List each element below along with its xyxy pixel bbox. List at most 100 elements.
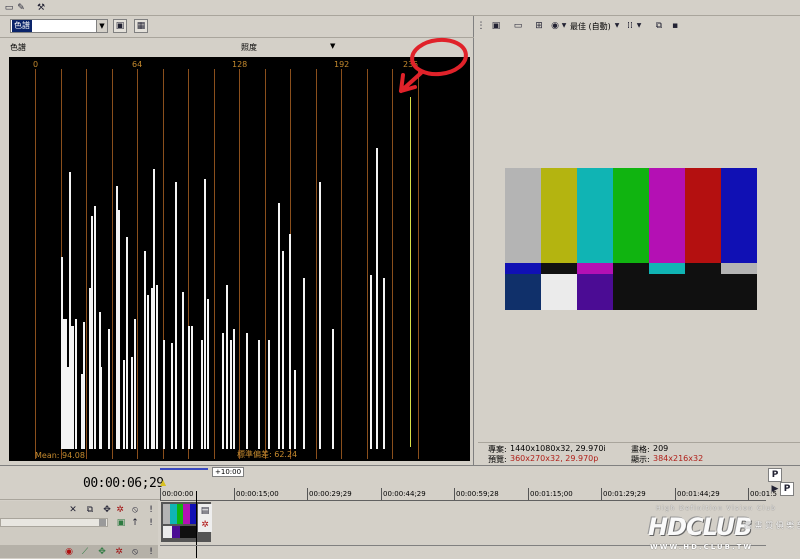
color-bar xyxy=(721,274,757,310)
track-menu-icon[interactable]: ! xyxy=(144,503,158,517)
video-track-header[interactable]: ✕ ⧉ ✥ ✲ ⦸ ! ▣ ↑ ! xyxy=(0,501,158,545)
ruler-baseline xyxy=(160,500,766,501)
histogram-tick-label: 0 xyxy=(33,60,39,69)
histogram-bar xyxy=(163,340,165,449)
color-bar xyxy=(721,263,757,274)
ruler-timecode: 00:01:15;00 xyxy=(530,490,573,498)
watermark-tagline: High Definition Vision Club xyxy=(656,505,777,512)
histogram-gridline xyxy=(316,69,317,459)
chevron-down-icon[interactable]: ▼ xyxy=(613,19,621,33)
clip-pan-crop-icon[interactable]: ✲ xyxy=(198,518,212,532)
scope-update-icon[interactable]: ▦ xyxy=(134,19,148,33)
fx-icon[interactable]: ✲ xyxy=(113,503,127,517)
scope-mode-select[interactable]: 色譜 ▼ xyxy=(10,19,108,33)
project-value: 1440x1080x32, 29.970i xyxy=(510,444,606,453)
histogram-bar xyxy=(175,182,177,449)
histogram-bar xyxy=(188,326,190,449)
copy-snapshot-icon[interactable]: ⧉ xyxy=(652,19,666,33)
histogram-bar xyxy=(100,367,102,449)
scope-settings-icon[interactable]: ▣ xyxy=(113,19,127,33)
color-bar xyxy=(685,168,721,263)
solo-icon[interactable]: ⦸ xyxy=(128,503,142,517)
histogram-gridline xyxy=(112,69,113,459)
histogram-bar xyxy=(370,275,372,449)
chevron-down-icon[interactable]: ▼ xyxy=(635,19,643,33)
histogram-bar xyxy=(376,148,378,449)
save-snapshot-icon[interactable]: ▪ xyxy=(668,19,682,33)
color-bars-bottom-row xyxy=(505,274,757,310)
track-composite-icon[interactable]: ▣ xyxy=(114,516,128,530)
color-bar xyxy=(685,263,721,274)
timeline-ruler[interactable]: +10:00 ▲ 00:00:00 00:00:15;00 00:00:29;29 0… xyxy=(160,466,777,502)
composite-icon[interactable]: ⧉ xyxy=(83,503,97,517)
histogram-bar xyxy=(204,179,206,449)
chevron-down-icon[interactable]: ▼ xyxy=(330,42,335,50)
monitor-icon[interactable]: ▭ xyxy=(511,19,525,33)
histogram-bar xyxy=(91,216,93,449)
top-toolbar: ▭ ✎ ⚒ xyxy=(0,0,800,16)
clip-thumbnail-bottom xyxy=(163,526,197,538)
video-clip[interactable]: ▤ ✲ xyxy=(161,502,212,542)
scope-mode-value: 色譜 xyxy=(12,20,32,32)
preview-label: 預覽: xyxy=(488,455,507,464)
color-bar xyxy=(541,274,577,310)
timeline-cursor[interactable] xyxy=(196,491,197,558)
histogram-bar xyxy=(246,333,248,449)
histogram-gridline xyxy=(367,69,368,459)
slider-thumb[interactable] xyxy=(99,519,106,526)
level-slider[interactable] xyxy=(0,518,108,527)
histogram-bar xyxy=(134,319,136,449)
histogram-bar xyxy=(289,234,291,449)
ruler-timecode: 00:00:59;28 xyxy=(456,490,499,498)
histogram-tick-label: 64 xyxy=(132,60,143,69)
preview-quality-select[interactable]: 最佳 (自動) xyxy=(570,21,611,32)
ruler-tick xyxy=(234,488,235,500)
loop-region-bar[interactable] xyxy=(160,468,208,470)
histogram-bar xyxy=(131,357,133,449)
histogram-bar xyxy=(72,326,74,449)
color-bars-top-row xyxy=(505,168,757,263)
track-menu-icon[interactable]: ! xyxy=(144,516,158,530)
brush-tool-icon[interactable]: ✎ xyxy=(14,1,28,15)
split-screen-icon[interactable]: ⊞ xyxy=(532,19,546,33)
histogram-bar xyxy=(230,340,232,449)
ruler-timecode: 00:00:29;29 xyxy=(309,490,352,498)
preview-settings-icon[interactable]: ▣ xyxy=(489,19,503,33)
stddev-value: 標準偏差: 62.24 xyxy=(237,450,298,459)
histogram-tick-label: 192 xyxy=(334,60,350,69)
histogram-bar xyxy=(123,360,125,449)
clip-fx-icon[interactable]: ▤ xyxy=(198,504,212,518)
current-timecode[interactable]: 00:00:06;29 xyxy=(83,476,164,491)
ruler-tick xyxy=(675,488,676,500)
frame-value: 209 xyxy=(653,444,669,453)
display-value: 384x216x32 xyxy=(653,454,704,463)
color-bar xyxy=(613,263,649,274)
ruler-tick xyxy=(307,488,308,500)
color-bar xyxy=(613,168,649,263)
chevron-down-icon[interactable]: ▼ xyxy=(96,20,107,32)
audio-track-header[interactable]: ◉ ⟋ ✥ ✲ ⦸ ! xyxy=(0,545,158,558)
histogram-bar xyxy=(108,329,110,449)
preview-value: 360x270x32, 29.970p xyxy=(510,454,599,463)
histogram-bar xyxy=(332,329,334,449)
color-bars-preview xyxy=(505,168,757,310)
color-bar xyxy=(721,168,757,263)
histogram-bar xyxy=(233,329,235,449)
arrow-up-icon[interactable]: ↑ xyxy=(128,516,142,530)
mute-track-icon[interactable]: ✕ xyxy=(66,503,80,517)
color-bar xyxy=(577,168,613,263)
histogram-bar xyxy=(83,322,85,449)
ruler-timecode: 00:00:00 xyxy=(162,490,194,498)
color-bar xyxy=(505,263,541,274)
color-bar xyxy=(505,274,541,310)
playhead-marker-icon[interactable]: ▲ xyxy=(160,478,166,487)
corner-pin-icon[interactable]: P xyxy=(768,468,782,482)
chevron-down-icon[interactable]: ▼ xyxy=(560,19,568,33)
magic-wand-icon[interactable]: ⚒ xyxy=(34,1,48,15)
motion-icon[interactable]: ✥ xyxy=(100,503,114,517)
color-bar xyxy=(577,274,613,310)
video-preview-panel: ⋮ ▣ ▭ ⊞ ◉ ▼ 最佳 (自動) ▼ ⁞⁞ ▼ ⧉ ▪ 專案: 1440x… xyxy=(477,16,800,465)
ruler-timecode: 00:01:44;29 xyxy=(677,490,720,498)
corner-pin-icon[interactable]: P xyxy=(780,482,794,496)
ruler-tick xyxy=(528,488,529,500)
